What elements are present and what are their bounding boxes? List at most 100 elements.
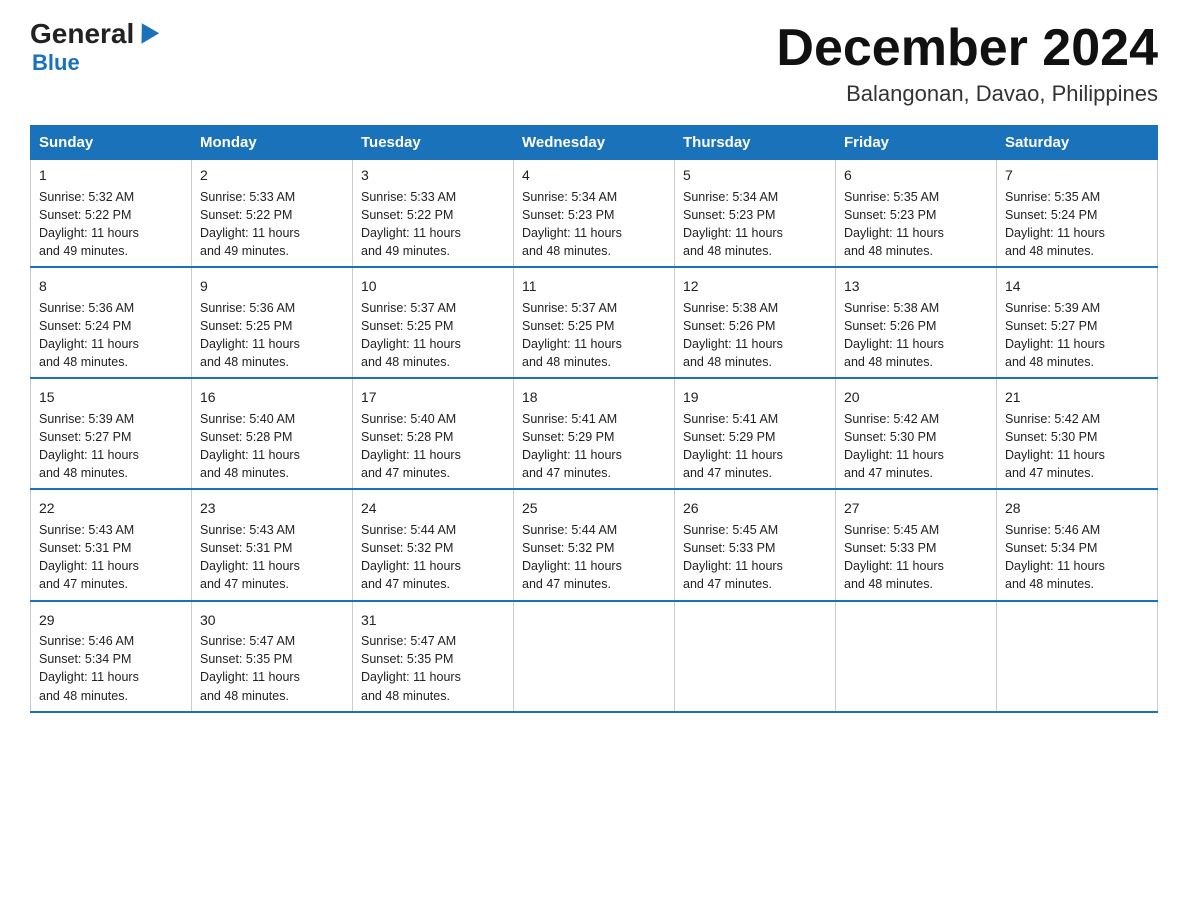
week-row: 15Sunrise: 5:39 AM Sunset: 5:27 PM Dayli… [31, 382, 1158, 489]
day-info: Sunrise: 5:33 AM Sunset: 5:22 PM Dayligh… [361, 188, 505, 261]
day-info: Sunrise: 5:34 AM Sunset: 5:23 PM Dayligh… [683, 188, 827, 261]
logo-triangle-icon [133, 23, 159, 49]
calendar-cell [836, 605, 997, 712]
day-info: Sunrise: 5:41 AM Sunset: 5:29 PM Dayligh… [522, 410, 666, 483]
column-header-wednesday: Wednesday [514, 126, 675, 160]
day-info: Sunrise: 5:45 AM Sunset: 5:33 PM Dayligh… [683, 521, 827, 594]
day-info: Sunrise: 5:47 AM Sunset: 5:35 PM Dayligh… [361, 632, 505, 705]
week-row: 22Sunrise: 5:43 AM Sunset: 5:31 PM Dayli… [31, 493, 1158, 600]
calendar-cell: 14Sunrise: 5:39 AM Sunset: 5:27 PM Dayli… [997, 271, 1158, 378]
day-info: Sunrise: 5:37 AM Sunset: 5:25 PM Dayligh… [522, 299, 666, 372]
calendar-cell: 7Sunrise: 5:35 AM Sunset: 5:24 PM Daylig… [997, 160, 1158, 268]
day-info: Sunrise: 5:32 AM Sunset: 5:22 PM Dayligh… [39, 188, 183, 261]
calendar-cell: 10Sunrise: 5:37 AM Sunset: 5:25 PM Dayli… [353, 271, 514, 378]
day-number: 11 [522, 277, 666, 297]
day-number: 9 [200, 277, 344, 297]
day-number: 20 [844, 388, 988, 408]
calendar-cell: 12Sunrise: 5:38 AM Sunset: 5:26 PM Dayli… [675, 271, 836, 378]
day-number: 13 [844, 277, 988, 297]
day-number: 25 [522, 499, 666, 519]
calendar-cell: 6Sunrise: 5:35 AM Sunset: 5:23 PM Daylig… [836, 160, 997, 268]
calendar-cell: 22Sunrise: 5:43 AM Sunset: 5:31 PM Dayli… [31, 493, 192, 600]
logo: General Blue [30, 20, 156, 76]
day-number: 26 [683, 499, 827, 519]
day-info: Sunrise: 5:38 AM Sunset: 5:26 PM Dayligh… [844, 299, 988, 372]
day-info: Sunrise: 5:33 AM Sunset: 5:22 PM Dayligh… [200, 188, 344, 261]
day-number: 22 [39, 499, 183, 519]
page-subtitle: Balangonan, Davao, Philippines [776, 81, 1158, 107]
calendar-cell [997, 605, 1158, 712]
day-number: 12 [683, 277, 827, 297]
day-number: 24 [361, 499, 505, 519]
day-info: Sunrise: 5:41 AM Sunset: 5:29 PM Dayligh… [683, 410, 827, 483]
calendar-cell: 13Sunrise: 5:38 AM Sunset: 5:26 PM Dayli… [836, 271, 997, 378]
calendar-table: SundayMondayTuesdayWednesdayThursdayFrid… [30, 125, 1158, 712]
calendar-cell: 18Sunrise: 5:41 AM Sunset: 5:29 PM Dayli… [514, 382, 675, 489]
day-number: 3 [361, 166, 505, 186]
calendar-cell [675, 605, 836, 712]
day-number: 17 [361, 388, 505, 408]
day-number: 28 [1005, 499, 1149, 519]
logo-general: General [30, 20, 156, 48]
calendar-cell: 17Sunrise: 5:40 AM Sunset: 5:28 PM Dayli… [353, 382, 514, 489]
day-info: Sunrise: 5:35 AM Sunset: 5:24 PM Dayligh… [1005, 188, 1149, 261]
day-info: Sunrise: 5:43 AM Sunset: 5:31 PM Dayligh… [39, 521, 183, 594]
calendar-cell: 28Sunrise: 5:46 AM Sunset: 5:34 PM Dayli… [997, 493, 1158, 600]
day-number: 7 [1005, 166, 1149, 186]
calendar-cell: 23Sunrise: 5:43 AM Sunset: 5:31 PM Dayli… [192, 493, 353, 600]
day-info: Sunrise: 5:36 AM Sunset: 5:25 PM Dayligh… [200, 299, 344, 372]
day-info: Sunrise: 5:43 AM Sunset: 5:31 PM Dayligh… [200, 521, 344, 594]
week-row: 8Sunrise: 5:36 AM Sunset: 5:24 PM Daylig… [31, 271, 1158, 378]
column-header-saturday: Saturday [997, 126, 1158, 160]
day-number: 10 [361, 277, 505, 297]
day-number: 6 [844, 166, 988, 186]
day-number: 19 [683, 388, 827, 408]
calendar-cell: 19Sunrise: 5:41 AM Sunset: 5:29 PM Dayli… [675, 382, 836, 489]
calendar-cell: 25Sunrise: 5:44 AM Sunset: 5:32 PM Dayli… [514, 493, 675, 600]
day-info: Sunrise: 5:42 AM Sunset: 5:30 PM Dayligh… [1005, 410, 1149, 483]
calendar-cell: 3Sunrise: 5:33 AM Sunset: 5:22 PM Daylig… [353, 160, 514, 268]
column-header-monday: Monday [192, 126, 353, 160]
page-header: General Blue December 2024 Balangonan, D… [30, 20, 1158, 107]
day-number: 18 [522, 388, 666, 408]
calendar-cell: 5Sunrise: 5:34 AM Sunset: 5:23 PM Daylig… [675, 160, 836, 268]
week-row: 29Sunrise: 5:46 AM Sunset: 5:34 PM Dayli… [31, 605, 1158, 712]
calendar-cell: 24Sunrise: 5:44 AM Sunset: 5:32 PM Dayli… [353, 493, 514, 600]
day-info: Sunrise: 5:42 AM Sunset: 5:30 PM Dayligh… [844, 410, 988, 483]
day-info: Sunrise: 5:44 AM Sunset: 5:32 PM Dayligh… [522, 521, 666, 594]
day-info: Sunrise: 5:45 AM Sunset: 5:33 PM Dayligh… [844, 521, 988, 594]
calendar-cell: 9Sunrise: 5:36 AM Sunset: 5:25 PM Daylig… [192, 271, 353, 378]
calendar-cell: 26Sunrise: 5:45 AM Sunset: 5:33 PM Dayli… [675, 493, 836, 600]
calendar-cell [514, 605, 675, 712]
day-info: Sunrise: 5:47 AM Sunset: 5:35 PM Dayligh… [200, 632, 344, 705]
calendar-cell: 27Sunrise: 5:45 AM Sunset: 5:33 PM Dayli… [836, 493, 997, 600]
calendar-cell: 8Sunrise: 5:36 AM Sunset: 5:24 PM Daylig… [31, 271, 192, 378]
day-number: 1 [39, 166, 183, 186]
day-number: 23 [200, 499, 344, 519]
day-number: 14 [1005, 277, 1149, 297]
day-number: 27 [844, 499, 988, 519]
logo-blue: Blue [30, 50, 80, 76]
day-info: Sunrise: 5:35 AM Sunset: 5:23 PM Dayligh… [844, 188, 988, 261]
column-header-tuesday: Tuesday [353, 126, 514, 160]
day-info: Sunrise: 5:40 AM Sunset: 5:28 PM Dayligh… [361, 410, 505, 483]
calendar-cell: 2Sunrise: 5:33 AM Sunset: 5:22 PM Daylig… [192, 160, 353, 268]
day-number: 16 [200, 388, 344, 408]
day-info: Sunrise: 5:34 AM Sunset: 5:23 PM Dayligh… [522, 188, 666, 261]
day-number: 29 [39, 611, 183, 631]
column-header-friday: Friday [836, 126, 997, 160]
day-info: Sunrise: 5:39 AM Sunset: 5:27 PM Dayligh… [39, 410, 183, 483]
calendar-cell: 16Sunrise: 5:40 AM Sunset: 5:28 PM Dayli… [192, 382, 353, 489]
week-row: 1Sunrise: 5:32 AM Sunset: 5:22 PM Daylig… [31, 160, 1158, 268]
calendar-cell: 11Sunrise: 5:37 AM Sunset: 5:25 PM Dayli… [514, 271, 675, 378]
day-number: 21 [1005, 388, 1149, 408]
day-number: 30 [200, 611, 344, 631]
calendar-header-row: SundayMondayTuesdayWednesdayThursdayFrid… [31, 126, 1158, 160]
calendar-cell: 30Sunrise: 5:47 AM Sunset: 5:35 PM Dayli… [192, 605, 353, 712]
day-info: Sunrise: 5:46 AM Sunset: 5:34 PM Dayligh… [1005, 521, 1149, 594]
calendar-cell: 20Sunrise: 5:42 AM Sunset: 5:30 PM Dayli… [836, 382, 997, 489]
calendar-cell: 29Sunrise: 5:46 AM Sunset: 5:34 PM Dayli… [31, 605, 192, 712]
day-info: Sunrise: 5:39 AM Sunset: 5:27 PM Dayligh… [1005, 299, 1149, 372]
day-info: Sunrise: 5:46 AM Sunset: 5:34 PM Dayligh… [39, 632, 183, 705]
title-area: December 2024 Balangonan, Davao, Philipp… [776, 20, 1158, 107]
